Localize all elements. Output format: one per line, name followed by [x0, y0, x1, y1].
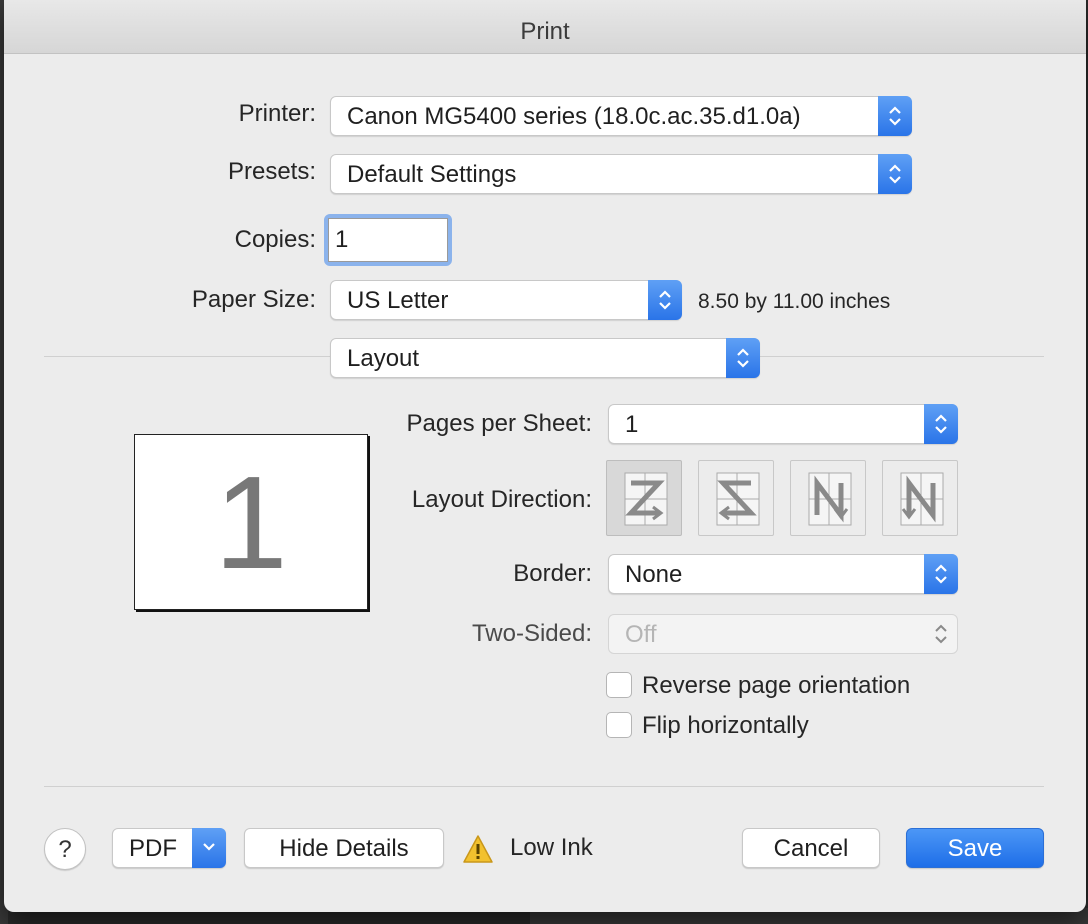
- paper-size-value: US Letter: [347, 287, 449, 314]
- hide-details-button[interactable]: Hide Details: [244, 828, 444, 868]
- reverse-orientation-label[interactable]: Reverse page orientation: [642, 672, 910, 700]
- up-down-chevron-icon: [878, 96, 912, 136]
- section-select[interactable]: Layout: [330, 338, 760, 378]
- save-button[interactable]: Save: [906, 828, 1044, 868]
- presets-value: Default Settings: [347, 161, 517, 188]
- presets-select[interactable]: Default Settings: [330, 154, 912, 194]
- pages-per-sheet-value: 1: [625, 411, 639, 438]
- layout-n-icon: [900, 472, 944, 526]
- question-mark-icon: ?: [58, 836, 72, 863]
- printer-select[interactable]: Canon MG5400 series (18.0c.ac.35.d1.0a): [330, 96, 912, 136]
- warning-icon: [463, 835, 493, 863]
- cancel-button[interactable]: Cancel: [742, 828, 880, 868]
- reverse-orientation-checkbox[interactable]: [606, 672, 632, 698]
- layout-direction-z-button[interactable]: [606, 460, 682, 536]
- border-select[interactable]: None: [608, 554, 958, 594]
- pdf-label: PDF: [129, 835, 177, 862]
- printer-value: Canon MG5400 series (18.0c.ac.35.d1.0a): [347, 103, 801, 130]
- printer-label: Printer:: [238, 100, 316, 127]
- up-down-chevron-icon: [726, 338, 760, 378]
- copies-field-wrapper: [324, 214, 452, 266]
- paper-size-label: Paper Size:: [191, 286, 316, 313]
- layout-direction-s-button[interactable]: [698, 460, 774, 536]
- two-sided-select: Off: [608, 614, 958, 654]
- help-button[interactable]: ?: [44, 828, 86, 870]
- window-title: Print: [4, 0, 1086, 54]
- up-down-chevron-icon: [924, 404, 958, 444]
- layout-direction-label: Layout Direction:: [411, 486, 592, 513]
- pdf-menu-button[interactable]: PDF: [112, 828, 226, 868]
- up-down-chevron-icon: [878, 154, 912, 194]
- print-dialog: Print Printer: Canon MG5400 series (18.0…: [4, 0, 1086, 912]
- copies-field[interactable]: [328, 218, 448, 262]
- presets-label: Presets:: [227, 158, 316, 185]
- flip-horizontally-checkbox[interactable]: [606, 712, 632, 738]
- flip-horizontally-label[interactable]: Flip horizontally: [642, 712, 809, 740]
- section-value: Layout: [347, 345, 420, 372]
- up-down-chevron-icon: [924, 614, 958, 654]
- border-label: Border:: [513, 560, 592, 587]
- paper-dimensions: 8.50 by 11.00 inches: [698, 290, 891, 313]
- two-sided-label: Two-Sided:: [471, 620, 592, 647]
- border-value: None: [625, 561, 683, 588]
- two-sided-value: Off: [625, 621, 657, 648]
- layout-reverse-z-icon: [716, 472, 760, 526]
- up-down-chevron-icon: [648, 280, 682, 320]
- pages-per-sheet-label: Pages per Sheet:: [406, 410, 592, 437]
- layout-direction-n-mirror-button[interactable]: [882, 460, 958, 536]
- layout-n-reverse-icon: [808, 472, 852, 526]
- low-ink-status: Low Ink: [510, 834, 593, 861]
- paper-size-select[interactable]: US Letter: [330, 280, 682, 320]
- up-down-chevron-icon: [924, 554, 958, 594]
- copies-label: Copies:: [234, 226, 316, 253]
- layout-direction-n-button[interactable]: [790, 460, 866, 536]
- layout-z-icon: [624, 472, 668, 526]
- chevron-down-icon: [192, 828, 226, 868]
- pages-per-sheet-select[interactable]: 1: [608, 404, 958, 444]
- footer-divider: [44, 786, 1044, 787]
